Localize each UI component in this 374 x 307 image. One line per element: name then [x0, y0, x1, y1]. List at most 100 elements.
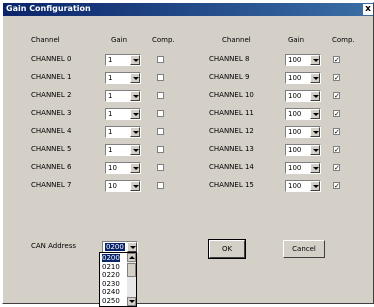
dropdown-option[interactable]: 0200	[102, 254, 120, 262]
chevron-down-icon[interactable]	[310, 109, 320, 119]
gain-value: 100	[288, 110, 302, 118]
chevron-down-icon[interactable]	[130, 73, 140, 83]
comp-checkbox[interactable]: ✓	[333, 128, 340, 136]
gain-select[interactable]: 1	[105, 144, 141, 156]
gain-select[interactable]: 100	[285, 72, 321, 84]
channel-label: CHANNEL 3	[31, 109, 72, 117]
gain-value: 10	[108, 182, 117, 190]
gain-select[interactable]: 100	[285, 54, 321, 66]
gain-value: 1	[108, 128, 113, 136]
channel-label: CHANNEL 5	[31, 145, 72, 153]
dropdown-option[interactable]: 0210	[102, 263, 120, 271]
chevron-down-icon[interactable]	[130, 55, 140, 65]
gain-value: 1	[108, 56, 113, 64]
channel-label: CHANNEL 0	[31, 55, 72, 63]
comp-checkbox[interactable]: ✓	[333, 146, 340, 154]
comp-checkbox[interactable]	[157, 92, 164, 99]
gain-select[interactable]: 100	[285, 90, 321, 102]
comp-checkbox[interactable]: ✓	[333, 74, 340, 82]
scroll-thumb[interactable]	[127, 263, 136, 277]
gain-select[interactable]: 1	[105, 108, 141, 120]
gain-value: 100	[288, 146, 302, 154]
chevron-down-icon[interactable]	[130, 109, 140, 119]
cancel-button[interactable]: Cancel	[283, 240, 325, 258]
channel-label: CHANNEL 12	[209, 127, 254, 135]
gain-select[interactable]: 100	[285, 162, 321, 174]
can-address-label: CAN Address	[31, 242, 77, 250]
comp-checkbox[interactable]: ✓	[333, 110, 340, 118]
dropdown-scrollbar[interactable]	[127, 253, 136, 306]
scroll-up-icon[interactable]	[127, 253, 136, 262]
channel-label: CHANNEL 2	[31, 91, 72, 99]
check-icon: ✓	[334, 74, 340, 82]
dropdown-option[interactable]: 0240	[102, 288, 120, 296]
comp-checkbox[interactable]	[157, 128, 164, 135]
can-address-value: 0200	[105, 243, 125, 251]
channel-label: CHANNEL 8	[209, 55, 250, 63]
comp-checkbox[interactable]: ✓	[333, 182, 340, 190]
comp-checkbox[interactable]	[157, 146, 164, 153]
gain-select[interactable]: 100	[285, 126, 321, 138]
dropdown-option[interactable]: 0220	[102, 271, 120, 279]
chevron-down-icon[interactable]	[130, 127, 140, 137]
chevron-down-icon[interactable]	[127, 242, 137, 252]
gain-value: 1	[108, 92, 113, 100]
channel-label: CHANNEL 6	[31, 163, 72, 171]
chevron-down-icon[interactable]	[310, 91, 320, 101]
channel-label: CHANNEL 15	[209, 181, 254, 189]
chevron-down-icon[interactable]	[310, 163, 320, 173]
comp-checkbox[interactable]	[157, 56, 164, 63]
gain-value: 100	[288, 182, 302, 190]
chevron-down-icon[interactable]	[130, 91, 140, 101]
chevron-down-icon[interactable]	[310, 181, 320, 191]
comp-checkbox[interactable]	[157, 182, 164, 189]
chevron-down-icon[interactable]	[130, 163, 140, 173]
can-address-dropdown[interactable]: 0200 0210 0220 0230 0240 0250	[99, 252, 137, 307]
header-channel-left: Channel	[31, 36, 60, 44]
close-icon[interactable]: x	[363, 4, 373, 15]
window-title: Gain Configuration	[6, 4, 91, 13]
header-gain-right: Gain	[288, 36, 305, 44]
gain-select[interactable]: 1	[105, 54, 141, 66]
header-comp-right: Comp.	[332, 36, 355, 44]
gain-select[interactable]: 100	[285, 108, 321, 120]
gain-configuration-dialog: Gain Configuration x Channel Gain Comp. …	[2, 2, 374, 304]
gain-value: 1	[108, 74, 113, 82]
chevron-down-icon[interactable]	[310, 127, 320, 137]
channel-label: CHANNEL 7	[31, 181, 72, 189]
comp-checkbox[interactable]: ✓	[333, 164, 340, 172]
title-bar[interactable]: Gain Configuration x	[3, 3, 373, 16]
channel-label: CHANNEL 9	[209, 73, 250, 81]
comp-checkbox[interactable]	[157, 164, 164, 171]
check-icon: ✓	[334, 182, 340, 190]
header-channel-right: Channel	[222, 36, 251, 44]
comp-checkbox[interactable]: ✓	[333, 56, 340, 64]
gain-select[interactable]: 1	[105, 90, 141, 102]
comp-checkbox[interactable]	[157, 110, 164, 117]
channel-label: CHANNEL 14	[209, 163, 254, 171]
channel-label: CHANNEL 13	[209, 145, 254, 153]
check-icon: ✓	[334, 56, 340, 64]
chevron-down-icon[interactable]	[130, 181, 140, 191]
comp-checkbox[interactable]	[157, 74, 164, 81]
check-icon: ✓	[334, 110, 340, 118]
header-comp-left: Comp.	[152, 36, 175, 44]
scroll-down-icon[interactable]	[127, 297, 136, 306]
gain-select[interactable]: 100	[285, 180, 321, 192]
dropdown-option[interactable]: 0230	[102, 280, 120, 288]
gain-select[interactable]: 100	[285, 144, 321, 156]
ok-button[interactable]: OK	[208, 239, 246, 259]
gain-select[interactable]: 10	[105, 180, 141, 192]
check-icon: ✓	[334, 92, 340, 100]
dropdown-option[interactable]: 0250	[102, 297, 120, 305]
gain-value: 100	[288, 92, 302, 100]
comp-checkbox[interactable]: ✓	[333, 92, 340, 100]
chevron-down-icon[interactable]	[310, 55, 320, 65]
gain-select[interactable]: 1	[105, 72, 141, 84]
chevron-down-icon[interactable]	[310, 145, 320, 155]
gain-select[interactable]: 10	[105, 162, 141, 174]
chevron-down-icon[interactable]	[310, 73, 320, 83]
gain-value: 100	[288, 164, 302, 172]
gain-select[interactable]: 1	[105, 126, 141, 138]
chevron-down-icon[interactable]	[130, 145, 140, 155]
